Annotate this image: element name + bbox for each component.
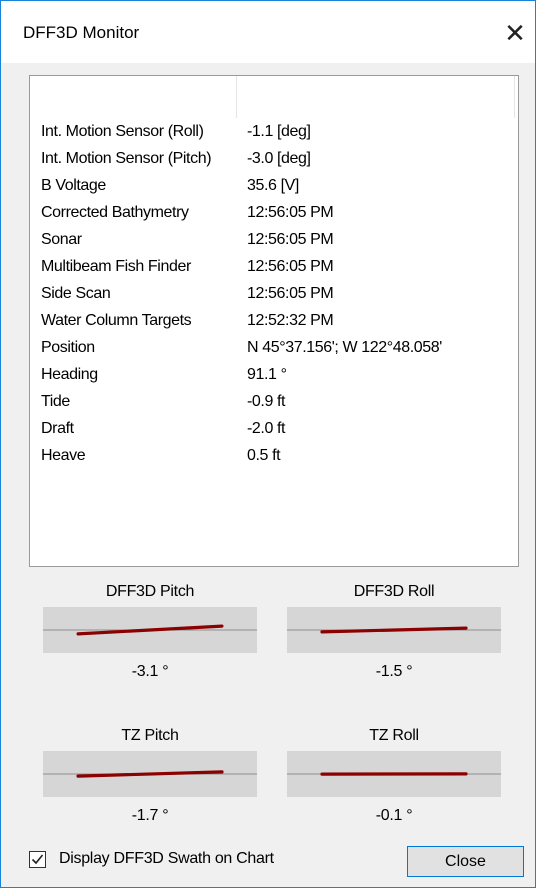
sensor-value: 35.6 [V]: [247, 177, 299, 194]
list-item[interactable]: Int. Motion Sensor (Pitch) -3.0 [deg]: [30, 145, 518, 172]
close-icon[interactable]: ✕: [497, 17, 533, 49]
tz-roll-gauge: TZ Roll -0.1 °: [287, 727, 501, 831]
sensor-name: Sonar: [41, 231, 82, 248]
list-item[interactable]: Corrected Bathymetry 12:56:05 PM: [30, 199, 518, 226]
gauge-label: TZ Roll: [369, 727, 419, 744]
list-item[interactable]: Sonar 12:56:05 PM: [30, 226, 518, 253]
gauge-value: -3.1 °: [131, 663, 169, 680]
list-item[interactable]: Water Column Targets 12:52:32 PM: [30, 307, 518, 334]
close-button[interactable]: Close: [407, 846, 524, 877]
gauge-value: -1.7 °: [131, 807, 169, 824]
sensor-name: Water Column Targets: [41, 312, 192, 329]
list-item[interactable]: B Voltage 35.6 [V]: [30, 172, 518, 199]
list-item[interactable]: Tide -0.9 ft: [30, 388, 518, 415]
sensor-name: Heave: [41, 447, 86, 464]
sensor-value: 12:56:05 PM: [247, 231, 334, 248]
list-item[interactable]: Heave 0.5 ft: [30, 442, 518, 469]
list-item[interactable]: Draft -2.0 ft: [30, 415, 518, 442]
dff3d-monitor-window: DFF3D Monitor ✕ Int. Motion Sensor (Roll…: [0, 0, 536, 888]
sensor-name: Side Scan: [41, 285, 111, 302]
dff3d-roll-gauge: DFF3D Roll -1.5 °: [287, 583, 501, 687]
sensor-value: 12:56:05 PM: [247, 204, 334, 221]
list-item[interactable]: Heading 91.1 °: [30, 361, 518, 388]
display-swath-label[interactable]: Display DFF3D Swath on Chart: [59, 850, 274, 868]
tz-pitch-gauge: TZ Pitch -1.7 °: [43, 727, 257, 831]
gauge-display: [43, 607, 257, 653]
checkmark-icon: [31, 854, 44, 865]
gauge-label: DFF3D Roll: [353, 583, 435, 600]
sensor-name: Corrected Bathymetry: [41, 204, 189, 221]
list-item[interactable]: Multibeam Fish Finder 12:56:05 PM: [30, 253, 518, 280]
gauge-label: TZ Pitch: [121, 727, 179, 744]
gauge-display: [287, 751, 501, 797]
sensor-name: Int. Motion Sensor (Pitch): [41, 150, 212, 167]
gauge-label: DFF3D Pitch: [105, 583, 195, 600]
gauge-value: -0.1 °: [375, 807, 413, 824]
sensor-value: -3.0 [deg]: [247, 150, 311, 167]
sensor-value: 12:56:05 PM: [247, 285, 334, 302]
gauge-attitude-line: [76, 770, 224, 778]
list-item[interactable]: Position N 45°37.156'; W 122°48.058': [30, 334, 518, 361]
gauge-value: -1.5 °: [375, 663, 413, 680]
list-item[interactable]: Int. Motion Sensor (Roll) -1.1 [deg]: [30, 118, 518, 145]
sensor-value: 12:56:05 PM: [247, 258, 334, 275]
list-item[interactable]: Side Scan 12:56:05 PM: [30, 280, 518, 307]
gauge-display: [287, 607, 501, 653]
sensor-name: Heading: [41, 366, 98, 383]
sensor-value: -1.1 [deg]: [247, 123, 311, 140]
sensor-name: Tide: [41, 393, 70, 410]
sensor-value: N 45°37.156'; W 122°48.058': [247, 339, 442, 356]
column-divider[interactable]: [514, 76, 515, 118]
gauge-attitude-line: [320, 626, 468, 634]
sensor-value: -0.9 ft: [247, 393, 286, 410]
sensor-value: -2.0 ft: [247, 420, 286, 437]
sensor-name: Draft: [41, 420, 74, 437]
sensor-value: 12:52:32 PM: [247, 312, 334, 329]
title-bar: DFF3D Monitor ✕: [1, 1, 535, 63]
sensor-name: Position: [41, 339, 95, 356]
gauge-display: [43, 751, 257, 797]
sensor-value: 0.5 ft: [247, 447, 281, 464]
sensor-name: B Voltage: [41, 177, 106, 194]
sensor-list[interactable]: Int. Motion Sensor (Roll) -1.1 [deg] Int. …: [29, 75, 519, 567]
sensor-name: Multibeam Fish Finder: [41, 258, 191, 275]
dff3d-pitch-gauge: DFF3D Pitch -3.1 °: [43, 583, 257, 687]
display-swath-checkbox[interactable]: [29, 851, 46, 868]
list-column-header: [30, 76, 518, 118]
column-divider[interactable]: [236, 76, 237, 118]
sensor-value: 91.1 °: [247, 366, 287, 383]
window-title: DFF3D Monitor: [23, 23, 140, 42]
sensor-name: Int. Motion Sensor (Roll): [41, 123, 204, 140]
